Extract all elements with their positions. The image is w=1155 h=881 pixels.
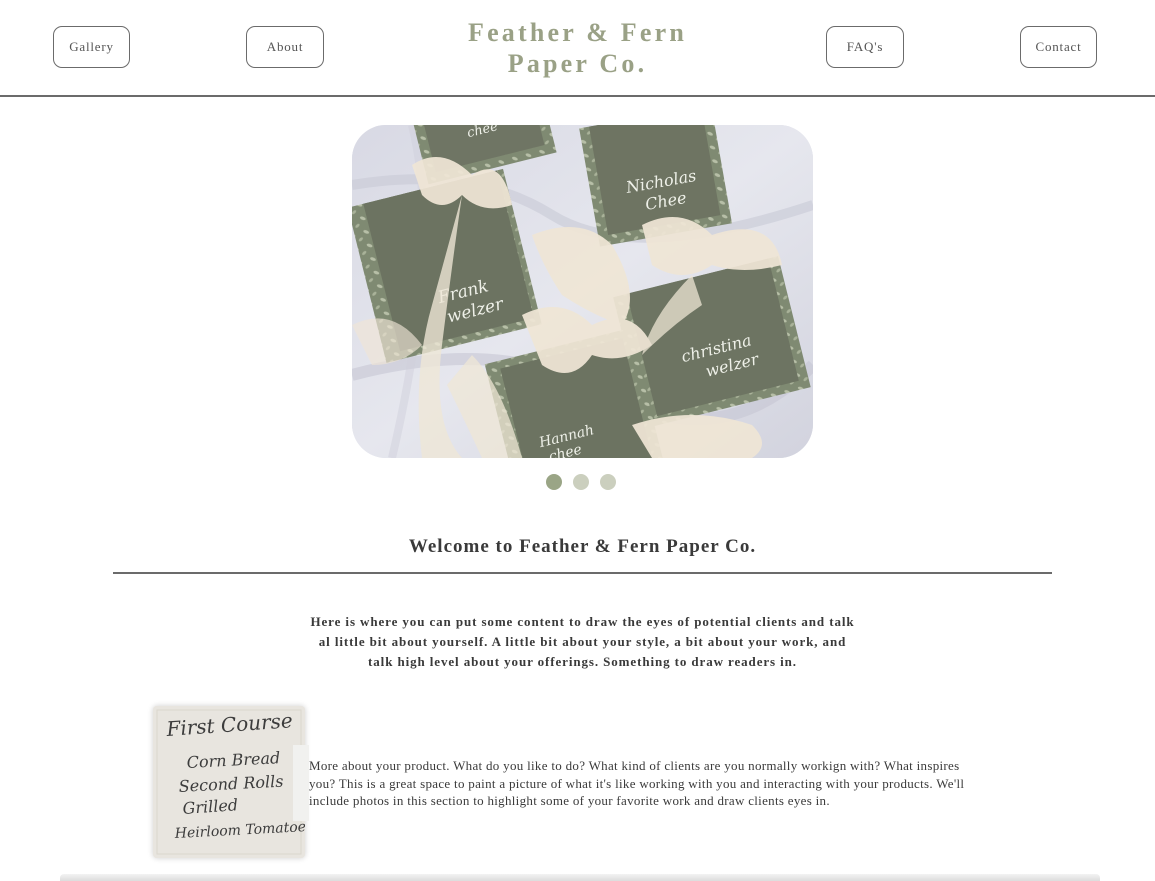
footer-edge [60,874,1100,881]
nav-faq-button[interactable]: FAQ's [826,26,904,68]
menu-card-photo: First Course Corn Bread Second Rolls Gri… [153,706,305,858]
slideshow-dots [546,474,616,490]
place-cards-photo: chee Nicholas Chee Frank welzer christin… [352,125,813,458]
slide-dot-2[interactable] [573,474,589,490]
brand-line-2: Paper Co. [507,49,648,78]
intro-paragraph: Here is where you can put some content t… [310,614,855,669]
brand-logo[interactable]: Feather & Fern Paper Co. [0,17,1155,79]
handwritten-menu-image: First Course Corn Bread Second Rolls Gri… [153,706,305,858]
section-divider [113,572,1052,574]
hero-slideshow-image[interactable]: chee Nicholas Chee Frank welzer christin… [352,125,813,458]
slide-dot-3[interactable] [600,474,616,490]
welcome-heading: Welcome to Feather & Fern Paper Co. [408,536,757,557]
slide-dot-1[interactable] [546,474,562,490]
nav-contact-button[interactable]: Contact [1020,26,1097,68]
svg-text:Grilled: Grilled [182,795,239,818]
about-product-paragraph: More about your product. What do you lik… [309,758,965,808]
site-header: Gallery About Feather & Fern Paper Co. F… [0,0,1155,97]
card-edge-decor [293,745,309,821]
brand-line-1: Feather & Fern [467,18,688,47]
